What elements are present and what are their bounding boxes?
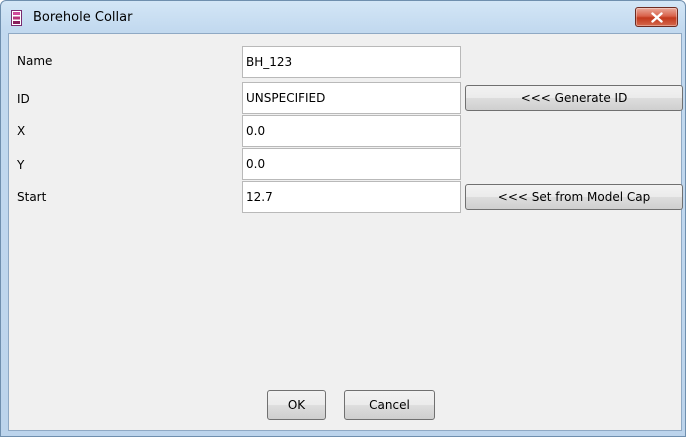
close-icon bbox=[651, 12, 663, 23]
start-label: Start bbox=[17, 190, 47, 204]
window-title: Borehole Collar bbox=[33, 10, 133, 25]
y-field[interactable]: 0.0 bbox=[242, 148, 461, 180]
name-field[interactable]: BH_123 bbox=[242, 46, 461, 78]
start-field[interactable]: 12.7 bbox=[242, 181, 461, 213]
name-label: Name bbox=[17, 54, 53, 68]
cancel-button[interactable]: Cancel bbox=[344, 390, 435, 420]
set-from-model-cap-button[interactable]: <<< Set from Model Cap bbox=[465, 184, 683, 210]
ok-button[interactable]: OK bbox=[267, 390, 326, 420]
close-button[interactable] bbox=[635, 7, 678, 27]
id-label: ID bbox=[17, 92, 30, 106]
dialog-body: Name BH_123 ID UNSPECIFIED <<< Generate … bbox=[8, 33, 683, 431]
borehole-collar-dialog: Borehole Collar Name BH_123 ID UNSPECIFI… bbox=[0, 0, 686, 437]
x-field[interactable]: 0.0 bbox=[242, 115, 461, 147]
borehole-icon bbox=[11, 10, 22, 26]
id-field[interactable]: UNSPECIFIED bbox=[242, 82, 461, 114]
generate-id-button[interactable]: <<< Generate ID bbox=[465, 85, 683, 111]
title-bar[interactable]: Borehole Collar bbox=[1, 1, 685, 33]
y-label: Y bbox=[17, 158, 25, 172]
x-label: X bbox=[17, 124, 26, 138]
